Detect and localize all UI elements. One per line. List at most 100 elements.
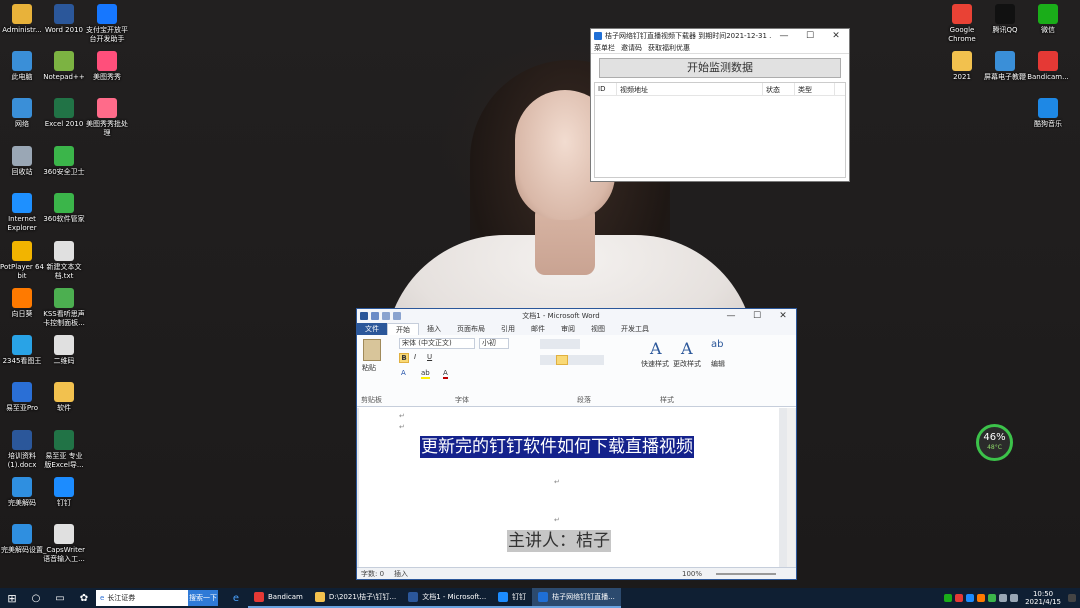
- desktop-icon-right-1[interactable]: 腾讯QQ: [983, 4, 1027, 35]
- minimize-icon[interactable]: —: [718, 311, 744, 321]
- desktop-icon-left-7[interactable]: Excel 2010: [42, 98, 86, 129]
- desktop-icon-left-10[interactable]: 360安全卫士: [42, 146, 86, 177]
- desktop-icon-left-2[interactable]: 支付宝开放平台开发助手: [85, 4, 129, 44]
- column-id[interactable]: ID: [595, 83, 617, 95]
- vertical-scrollbar[interactable]: [787, 408, 795, 568]
- document-page[interactable]: ↵ ↵ 更新完的钉钉软件如何下载直播视频 ↵ ↵ 主讲人：桔子: [359, 408, 779, 568]
- italic-button[interactable]: I: [414, 353, 416, 361]
- save-icon[interactable]: [371, 312, 379, 320]
- maximize-icon[interactable]: ☐: [797, 31, 823, 41]
- document-area[interactable]: ↵ ↵ 更新完的钉钉软件如何下载直播视频 ↵ ↵ 主讲人：桔子: [357, 408, 796, 568]
- minimize-icon[interactable]: —: [771, 31, 797, 41]
- wechat-tray-icon[interactable]: [944, 594, 953, 602]
- desktop-icon-left-16[interactable]: KSS看听思声卡控制面板...: [42, 288, 86, 328]
- app-launcher-icon[interactable]: ✿: [72, 593, 96, 604]
- monitor-window[interactable]: 桔子网络钉钉直播视频下载器 到期时间2021-12-31 ... — ☐ ✕ 菜…: [590, 28, 850, 182]
- desktop-icon-right-0[interactable]: Google Chrome: [940, 4, 984, 44]
- performance-widget[interactable]: 46% 48°C: [976, 424, 1013, 461]
- desktop-icon-left-11[interactable]: Internet Explorer: [0, 193, 44, 233]
- paragraph-align-icons[interactable]: [540, 355, 604, 365]
- font-name-select[interactable]: 宋体 (中文正文): [399, 338, 475, 349]
- desktop-icon-left-8[interactable]: 美图秀秀批处理: [85, 98, 129, 138]
- tab-page-layout[interactable]: 页面布局: [449, 323, 493, 335]
- clock[interactable]: 10:50 2021/4/15: [1025, 590, 1061, 606]
- desktop-icon-left-24[interactable]: 钉钉: [42, 477, 86, 508]
- bandicam-tray-icon[interactable]: [955, 594, 964, 602]
- desktop-icon-right-6[interactable]: 酷狗音乐: [1026, 98, 1070, 129]
- desktop-icon-left-6[interactable]: 网络: [0, 98, 44, 129]
- change-styles-button[interactable]: 更改样式: [673, 359, 701, 369]
- desktop-icon-right-2[interactable]: 微信: [1026, 4, 1070, 35]
- center-align-button[interactable]: [556, 355, 568, 365]
- desktop-icon-left-22[interactable]: 易至亚 专业版Excel导...: [42, 430, 86, 470]
- tab-mailings[interactable]: 邮件: [523, 323, 553, 335]
- zoom-slider[interactable]: [716, 572, 776, 575]
- menu-item-benefits[interactable]: 获取福利优惠: [648, 43, 690, 53]
- search-button[interactable]: 搜索一下: [188, 590, 218, 606]
- desktop-icon-left-25[interactable]: 完美解码设置: [0, 524, 44, 555]
- maximize-icon[interactable]: ☐: [744, 311, 770, 321]
- redo-icon[interactable]: [393, 312, 401, 320]
- bold-button[interactable]: B: [399, 353, 409, 363]
- desktop-icon-right-3[interactable]: 2021: [940, 51, 984, 82]
- zoom-level[interactable]: 100%: [682, 570, 702, 578]
- sunflower-tray-icon[interactable]: [977, 594, 986, 602]
- desktop-icon-left-12[interactable]: 360软件管家: [42, 193, 86, 224]
- quick-styles-button[interactable]: 快速样式: [641, 359, 669, 369]
- desktop-icon-left-19[interactable]: 易至亚Pro: [0, 382, 44, 413]
- monitor-titlebar[interactable]: 桔子网络钉钉直播视频下载器 到期时间2021-12-31 ... — ☐ ✕: [591, 29, 849, 43]
- 360-tray-icon[interactable]: [988, 594, 997, 602]
- task-view-icon[interactable]: ▭: [48, 593, 72, 604]
- text-effects-icon[interactable]: A: [401, 369, 406, 377]
- desktop-icon-left-4[interactable]: Notepad++: [42, 51, 86, 82]
- document-heading-selected[interactable]: 更新完的钉钉软件如何下载直播视频: [420, 436, 694, 458]
- bullets-icon[interactable]: [540, 339, 580, 349]
- column-status[interactable]: 状态: [763, 83, 795, 95]
- find-icon[interactable]: ab: [711, 339, 723, 350]
- tab-review[interactable]: 审阅: [553, 323, 583, 335]
- tab-insert[interactable]: 插入: [419, 323, 449, 335]
- desktop-icon-left-21[interactable]: 培训资料(1).docx: [0, 430, 44, 470]
- desktop-icon-left-14[interactable]: 新建文本文档.txt: [42, 241, 86, 281]
- taskbar-app-1[interactable]: D:\2021\桔子\钉钉...: [308, 588, 403, 608]
- column-video-url[interactable]: 视频地址: [617, 83, 763, 95]
- desktop-icon-left-0[interactable]: Administr...: [0, 4, 44, 35]
- tab-developer[interactable]: 开发工具: [613, 323, 657, 335]
- desktop-icon-left-20[interactable]: 软件: [42, 382, 86, 413]
- desktop-icon-left-26[interactable]: _CapsWriter语音输入工...: [42, 524, 86, 564]
- desktop-icon-left-18[interactable]: 二维码: [42, 335, 86, 366]
- menu-item-invite[interactable]: 邀请码: [621, 43, 642, 53]
- taskbar-app-3[interactable]: 钉钉: [492, 588, 533, 608]
- close-icon[interactable]: ✕: [770, 311, 796, 321]
- document-presenter-selected[interactable]: 主讲人：桔子: [507, 530, 611, 552]
- tab-references[interactable]: 引用: [493, 323, 523, 335]
- taskbar-app-4[interactable]: 桔子网络钉钉直播...: [532, 588, 621, 608]
- paste-button[interactable]: 粘贴: [362, 363, 376, 373]
- column-type[interactable]: 类型: [795, 83, 835, 95]
- font-size-select[interactable]: 小初: [479, 338, 509, 349]
- taskbar-search-box[interactable]: e 长江证券: [96, 590, 188, 606]
- highlight-icon[interactable]: ab: [421, 369, 430, 379]
- menu-item-menu[interactable]: 菜单栏: [594, 43, 615, 53]
- tab-home[interactable]: 开始: [387, 322, 419, 336]
- start-monitor-button[interactable]: 开始监测数据: [599, 58, 841, 78]
- insert-mode[interactable]: 插入: [394, 569, 408, 579]
- desktop-icon-left-9[interactable]: 回收站: [0, 146, 44, 177]
- notification-icon[interactable]: [1068, 594, 1076, 602]
- quick-styles-icon[interactable]: A: [650, 339, 662, 358]
- edit-button[interactable]: 编辑: [711, 359, 725, 369]
- video-table[interactable]: ID 视频地址 状态 类型: [594, 82, 846, 178]
- change-styles-icon[interactable]: A: [681, 339, 693, 358]
- desktop-icon-left-17[interactable]: 2345看图王: [0, 335, 44, 366]
- desktop-icon-left-13[interactable]: PotPlayer 64 bit: [0, 241, 44, 281]
- desktop-icon-left-3[interactable]: 此电脑: [0, 51, 44, 82]
- desktop-icon-right-4[interactable]: 屏幕电子教鞭: [983, 51, 1027, 82]
- word-window[interactable]: 文档1 - Microsoft Word — ☐ ✕ 文件 开始 插入 页面布局…: [356, 308, 797, 580]
- volume-tray-icon[interactable]: [1010, 594, 1019, 602]
- ie-taskbar-icon[interactable]: e: [224, 593, 248, 604]
- network-tray-icon[interactable]: [999, 594, 1008, 602]
- undo-icon[interactable]: [382, 312, 390, 320]
- desktop-icon-left-5[interactable]: 美图秀秀: [85, 51, 129, 82]
- underline-button[interactable]: U: [427, 353, 432, 361]
- desktop-icon-left-23[interactable]: 完美解码: [0, 477, 44, 508]
